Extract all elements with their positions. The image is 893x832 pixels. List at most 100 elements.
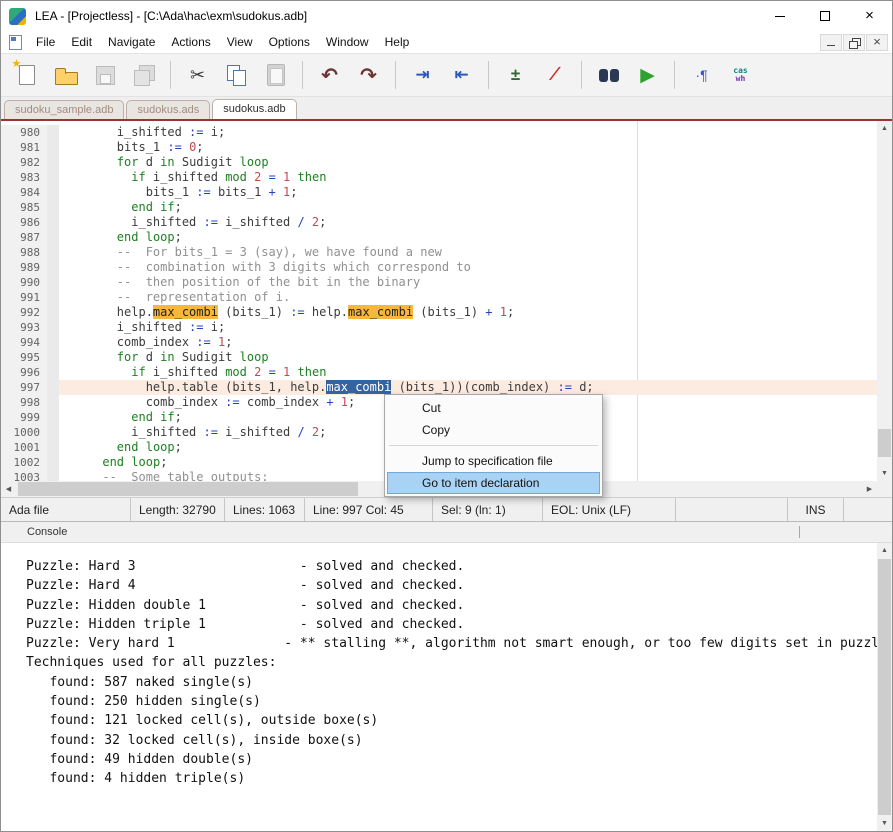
play-icon — [635, 62, 661, 88]
code-line[interactable]: 996 if i_shifted mod 2 = 1 then — [1, 365, 892, 380]
line-number: 990 — [1, 275, 47, 290]
menu-view[interactable]: View — [219, 32, 261, 52]
indent-button[interactable] — [403, 57, 442, 93]
tab-sudokus.ads[interactable]: sudokus.ads — [126, 100, 210, 119]
menu-options[interactable]: Options — [261, 32, 318, 52]
code-line[interactable]: 984 bits_1 := bits_1 + 1; — [1, 185, 892, 200]
syntax-sample-button[interactable]: caswh — [721, 57, 760, 93]
context-menu-item-copy[interactable]: Copy — [387, 419, 600, 441]
menu-navigate[interactable]: Navigate — [100, 32, 163, 52]
scroll-up-arrow-icon[interactable]: ▲ — [877, 121, 892, 136]
redo-button[interactable] — [349, 57, 388, 93]
status-segment-8 — [844, 498, 892, 521]
tab-sudoku_sample.adb[interactable]: sudoku_sample.adb — [4, 100, 124, 119]
status-segment-3: Line: 997 Col: 45 — [305, 498, 433, 521]
toggle-comment-button[interactable] — [496, 57, 535, 93]
uncomment-button[interactable] — [535, 57, 574, 93]
find-button[interactable] — [589, 57, 628, 93]
indent-icon — [410, 62, 436, 88]
show-formatting-button[interactable] — [682, 57, 721, 93]
plus-minus-icon — [503, 62, 529, 88]
code-line[interactable]: 980 i_shifted := i; — [1, 125, 892, 140]
line-number: 986 — [1, 215, 47, 230]
code-line[interactable]: 995 for d in Sudigit loop — [1, 350, 892, 365]
console-lines: Puzzle: Hard 3 - solved and checked.Puzz… — [1, 543, 892, 789]
console-vscrollbar[interactable]: ▲ ▼ — [877, 543, 892, 831]
menu-window[interactable]: Window — [318, 32, 377, 52]
context-menu-item-cut[interactable]: Cut — [387, 397, 600, 419]
line-number: 1001 — [1, 440, 47, 455]
tab-sudokus.adb[interactable]: sudokus.adb — [212, 99, 296, 119]
toolbar-separator — [488, 61, 489, 89]
editor-hscroll-thumb[interactable] — [18, 482, 358, 496]
code-text: i_shifted := i; — [59, 320, 892, 335]
scissors-icon — [185, 62, 211, 88]
lea-window: { "window": { "title": "LEA - [Projectle… — [0, 0, 893, 832]
pilcrow-icon — [689, 62, 715, 88]
menu-file[interactable]: File — [28, 32, 63, 52]
code-text: i_shifted := i; — [59, 125, 892, 140]
mdi-close-button[interactable] — [866, 34, 888, 51]
console-scroll-up-icon[interactable]: ▲ — [877, 543, 892, 558]
code-text: end loop; — [59, 230, 892, 245]
console-vscroll-thumb[interactable] — [878, 559, 891, 815]
console-splitter-grip[interactable] — [799, 526, 800, 538]
fold-margin — [47, 470, 59, 481]
menu-help[interactable]: Help — [377, 32, 418, 52]
code-line[interactable]: 992 help.max_combi (bits_1) := help.max_… — [1, 305, 892, 320]
run-button[interactable] — [628, 57, 667, 93]
code-line[interactable]: 997 help.table (bits_1, help.max_combi (… — [1, 380, 892, 395]
close-button[interactable]: × — [847, 1, 892, 31]
menu-edit[interactable]: Edit — [63, 32, 100, 52]
code-text: if i_shifted mod 2 = 1 then — [59, 365, 892, 380]
context-menu-item-go-to-item-declaration[interactable]: Go to item declaration — [387, 472, 600, 494]
code-line[interactable]: 991 -- representation of i. — [1, 290, 892, 305]
document-icon[interactable] — [9, 35, 22, 50]
toolbar-separator — [581, 61, 582, 89]
copy-button[interactable] — [217, 57, 256, 93]
code-line[interactable]: 981 bits_1 := 0; — [1, 140, 892, 155]
cut-button[interactable] — [178, 57, 217, 93]
code-line[interactable]: 989 -- combination with 3 digits which c… — [1, 260, 892, 275]
console-line: Puzzle: Hidden double 1 - solved and che… — [26, 596, 872, 615]
line-number: 987 — [1, 230, 47, 245]
scroll-down-arrow-icon[interactable]: ▼ — [877, 466, 892, 481]
maximize-button[interactable] — [802, 1, 847, 31]
toolbar-separator — [395, 61, 396, 89]
line-number: 981 — [1, 140, 47, 155]
editor-vscrollbar[interactable]: ▲ ▼ — [877, 121, 892, 481]
open-file-button[interactable] — [46, 57, 85, 93]
context-menu-separator — [389, 445, 598, 446]
line-number: 1003 — [1, 470, 47, 481]
code-line[interactable]: 994 comb_index := 1; — [1, 335, 892, 350]
scrollbar-corner — [877, 481, 892, 497]
code-line[interactable]: 986 i_shifted := i_shifted / 2; — [1, 215, 892, 230]
minimize-button[interactable] — [757, 1, 802, 31]
code-line[interactable]: 993 i_shifted := i; — [1, 320, 892, 335]
undo-button[interactable] — [310, 57, 349, 93]
console-panel[interactable]: Puzzle: Hard 3 - solved and checked.Puzz… — [1, 543, 892, 831]
code-line[interactable]: 983 if i_shifted mod 2 = 1 then — [1, 170, 892, 185]
fold-margin — [47, 410, 59, 425]
console-line: found: 587 naked single(s) — [26, 673, 872, 692]
new-file-button[interactable] — [7, 57, 46, 93]
mdi-restore-button[interactable] — [843, 34, 865, 51]
code-line[interactable]: 982 for d in Sudigit loop — [1, 155, 892, 170]
menu-actions[interactable]: Actions — [163, 32, 218, 52]
code-line[interactable]: 987 end loop; — [1, 230, 892, 245]
code-line[interactable]: 988 -- For bits_1 = 3 (say), we have fou… — [1, 245, 892, 260]
console-scroll-down-icon[interactable]: ▼ — [877, 816, 892, 831]
editor-vscroll-thumb[interactable] — [878, 429, 891, 457]
mdi-minimize-button[interactable] — [820, 34, 842, 51]
context-menu-item-jump-to-specification-file[interactable]: Jump to specification file — [387, 450, 600, 472]
code-line[interactable]: 990 -- then position of the bit in the b… — [1, 275, 892, 290]
unindent-button[interactable] — [442, 57, 481, 93]
copy-pages-icon — [224, 62, 250, 88]
close-icon: × — [865, 11, 874, 21]
scroll-right-arrow-icon[interactable]: ▶ — [862, 481, 877, 497]
scroll-left-arrow-icon[interactable]: ◀ — [1, 481, 16, 497]
fold-margin — [47, 335, 59, 350]
code-text: if i_shifted mod 2 = 1 then — [59, 170, 892, 185]
fold-margin — [47, 440, 59, 455]
code-line[interactable]: 985 end if; — [1, 200, 892, 215]
